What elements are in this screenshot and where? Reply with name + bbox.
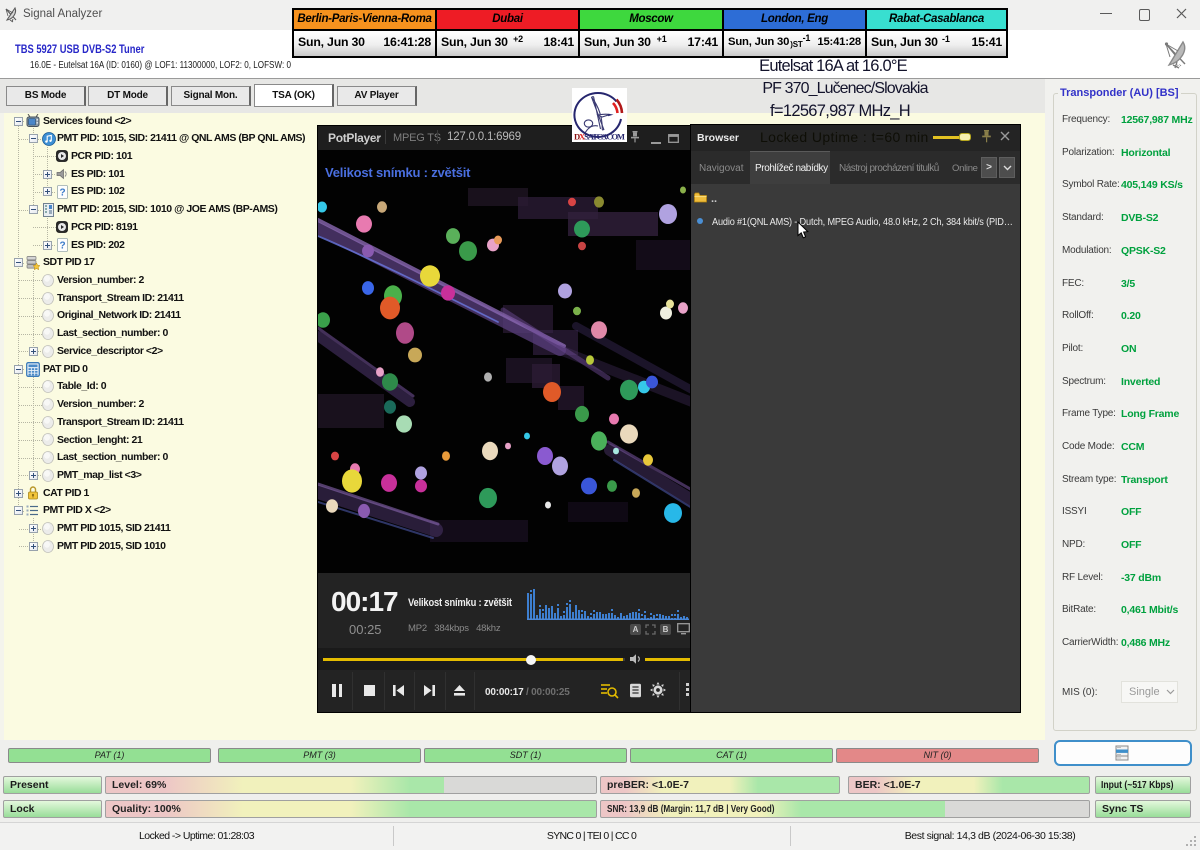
svg-text:?: ? (59, 241, 65, 252)
svg-text:DXSATCS.COM: DXSATCS.COM (574, 132, 625, 142)
svg-text:˃˃: ˃˃ (1176, 63, 1182, 68)
svg-text:?: ? (59, 187, 65, 198)
